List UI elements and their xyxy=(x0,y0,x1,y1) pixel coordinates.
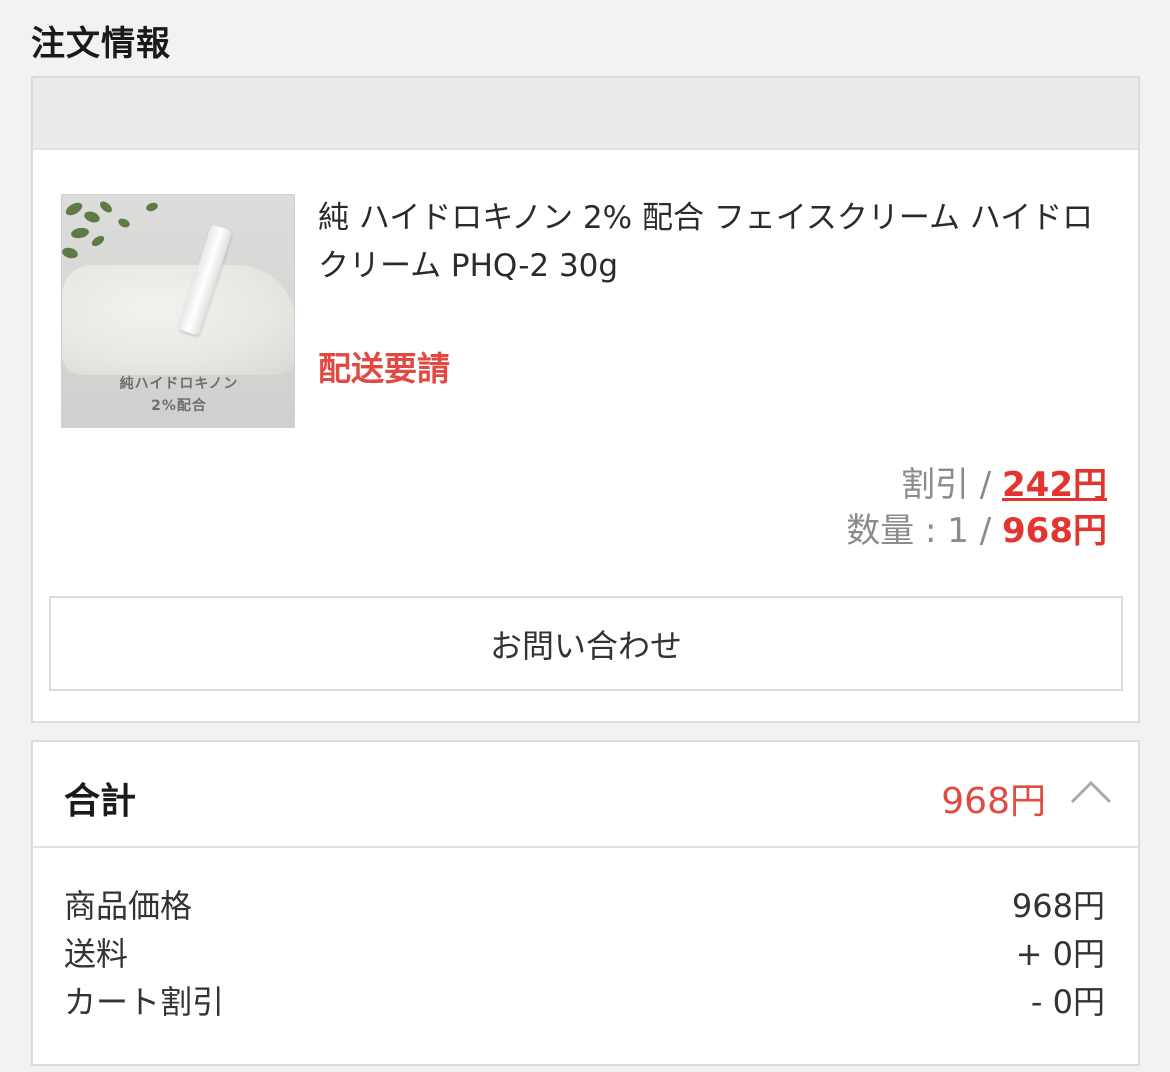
order-card: 純ハイドロキノン 2%配合 純 ハイドロキノン 2% 配合 フェイスクリーム ハ… xyxy=(31,76,1140,723)
price-breakdown: 商品価格 968円 送料 + 0円 カート割引 - 0円 xyxy=(64,882,1105,1026)
breakdown-label: 商品価格 xyxy=(64,887,193,925)
discount-label: 割引 / xyxy=(900,465,1003,505)
inquiry-button[interactable]: お問い合わせ xyxy=(49,596,1123,691)
total-label: 合計 xyxy=(64,781,137,822)
chevron-up-icon[interactable] xyxy=(1070,772,1112,814)
product-image[interactable]: 純ハイドロキノン 2%配合 xyxy=(61,194,295,428)
total-header[interactable]: 合計 968円 xyxy=(33,742,1138,848)
breakdown-row: 送料 + 0円 xyxy=(64,930,1105,978)
towel-decoration xyxy=(62,265,294,375)
breakdown-value: + 0円 xyxy=(1015,935,1105,973)
thumbnail-caption-line1: 純ハイドロキノン xyxy=(119,376,239,392)
total-card: 合計 968円 商品価格 968円 送料 + 0円 カート割引 - 0円 xyxy=(31,740,1140,1066)
delivery-status: 配送要請 xyxy=(318,349,450,388)
breakdown-label: カート割引 xyxy=(64,983,225,1021)
item-price: 968円 xyxy=(1002,511,1107,551)
breakdown-label: 送料 xyxy=(64,935,129,973)
breakdown-value: - 0円 xyxy=(1030,983,1105,1021)
breakdown-row: カート割引 - 0円 xyxy=(64,978,1105,1026)
breakdown-value: 968円 xyxy=(1011,887,1105,925)
order-header xyxy=(33,78,1138,150)
price-lines: 割引 / 242円 数量 : 1 / 968円 xyxy=(846,462,1107,554)
total-amount: 968円 xyxy=(941,781,1046,822)
quantity-line: 数量 : 1 / 968円 xyxy=(846,508,1107,554)
thumbnail-caption-line2: 2%配合 xyxy=(151,398,207,414)
discount-value: 242円 xyxy=(1002,465,1107,505)
section-title: 注文情報 xyxy=(31,24,171,64)
breakdown-row: 商品価格 968円 xyxy=(64,882,1105,930)
discount-line: 割引 / 242円 xyxy=(846,462,1107,508)
product-name[interactable]: 純 ハイドロキノン 2% 配合 フェイスクリーム ハイドロクリーム PHQ-2 … xyxy=(318,194,1118,290)
thumbnail-caption: 純ハイドロキノン 2%配合 xyxy=(62,373,294,417)
quantity-label: 数量 : 1 / xyxy=(846,511,1003,551)
